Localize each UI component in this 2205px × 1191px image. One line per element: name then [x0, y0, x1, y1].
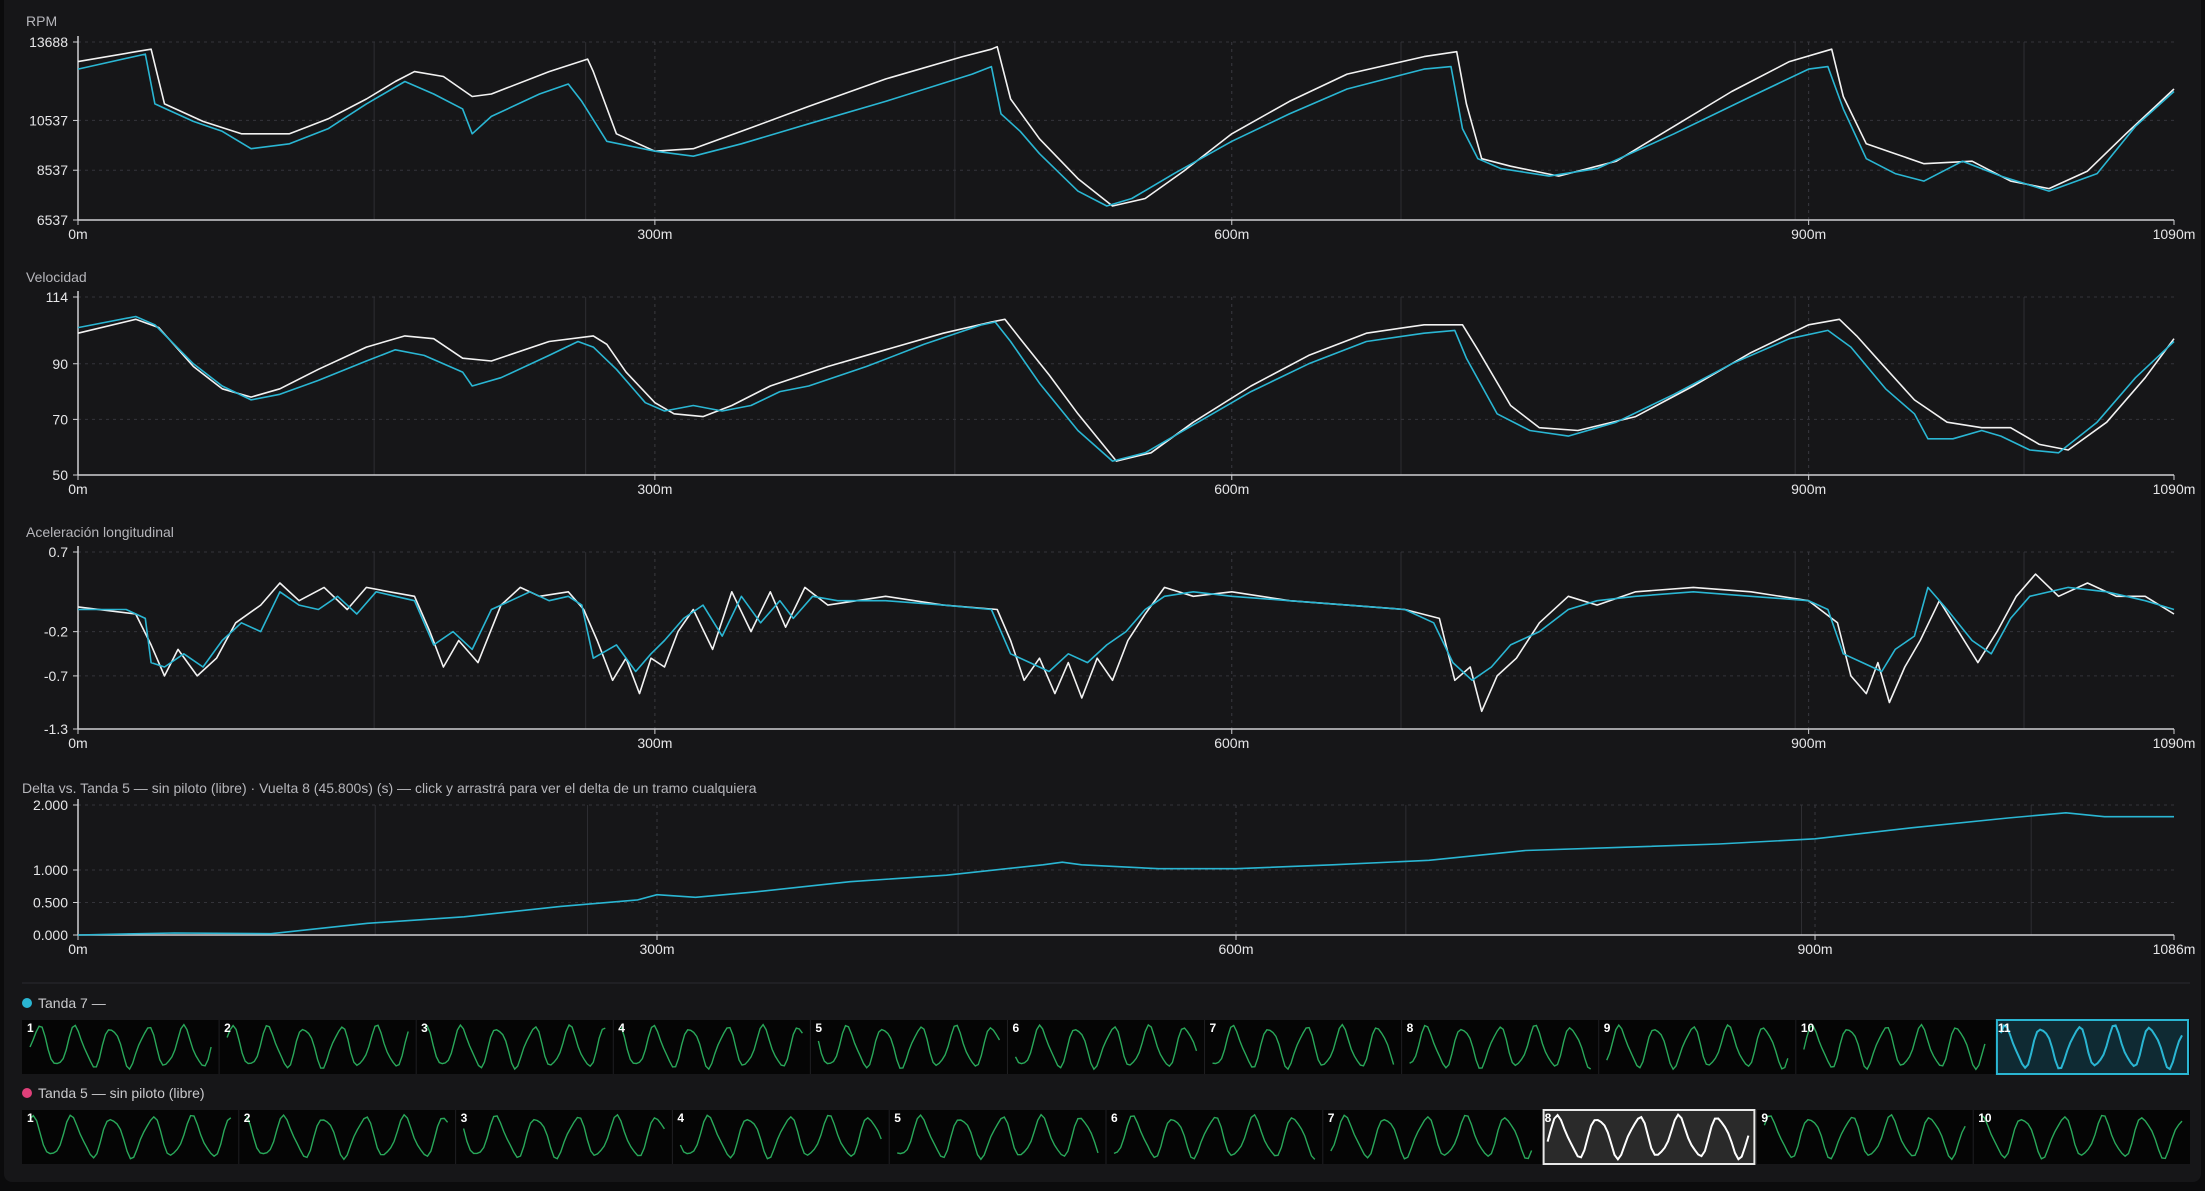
lap-number: 8 — [1545, 1111, 1552, 1125]
y-tick-label: 1.000 — [33, 862, 68, 878]
legend-tanda-5: Tanda 5 — sin piloto (libre) — [22, 1085, 205, 1101]
chart-2-title: Aceleración longitudinal — [26, 524, 174, 540]
lap-number: 6 — [1012, 1021, 1019, 1035]
y-tick-label: 114 — [46, 289, 69, 305]
lap-number: 10 — [1978, 1111, 1992, 1125]
lap-number: 3 — [461, 1111, 468, 1125]
lap-strip-0: 1 2 3 4 5 6 7 8 9 10 11 — [22, 1019, 2190, 1075]
x-tick-label: 1090m — [2153, 481, 2196, 497]
chart-3[interactable] — [73, 799, 2175, 940]
x-tick-label: 600m — [1214, 735, 1249, 751]
y-tick-label: 10537 — [29, 112, 68, 128]
lap-number: 10 — [1801, 1021, 1815, 1035]
lap-number: 4 — [618, 1021, 625, 1035]
lap-number: 7 — [1210, 1021, 1217, 1035]
y-tick-label: -0.7 — [44, 668, 68, 684]
x-tick-label: 300m — [637, 226, 672, 242]
y-tick-label: 2.000 — [33, 797, 68, 813]
x-tick-label: 300m — [637, 735, 672, 751]
chart-0[interactable] — [73, 36, 2175, 225]
x-tick-label: 0m — [68, 226, 87, 242]
x-tick-label: 0m — [68, 735, 87, 751]
lap-thumbnail-11[interactable]: 11 — [1995, 1019, 2189, 1075]
series-line-current — [77, 812, 2174, 936]
chart-1[interactable] — [73, 291, 2175, 480]
lap-number: 6 — [1111, 1111, 1118, 1125]
legend-tanda-5-label: Tanda 5 — sin piloto (libre) — [38, 1085, 205, 1101]
legend-tanda-7-label: Tanda 7 — — [38, 995, 106, 1011]
series-line-current — [78, 586, 2175, 682]
x-tick-label: 900m — [1798, 941, 1833, 957]
x-tick-label: 0m — [68, 481, 87, 497]
lap-number: 7 — [1328, 1111, 1335, 1125]
chart-0-title: RPM — [26, 13, 57, 29]
y-tick-label: 13688 — [29, 34, 68, 50]
y-tick-label: 90 — [52, 356, 68, 372]
lap-number: 9 — [1761, 1111, 1768, 1125]
y-tick-label: 0.500 — [33, 895, 68, 911]
lap-number: 1 — [27, 1111, 34, 1125]
x-tick-label: 1090m — [2153, 735, 2196, 751]
lap-number: 4 — [677, 1111, 684, 1125]
y-tick-label: -0.2 — [44, 624, 68, 640]
telemetry-charts[interactable]: RPM0m 300m 600m 900m 1090m136881053785376537… — [0, 0, 2205, 1191]
telemetry-dashboard: RPM 0m 300m 600m 900m 1090m 13688 10537 8537 6537… — [0, 0, 2205, 1191]
x-tick-label: 900m — [1791, 226, 1826, 242]
x-tick-label: 0m — [68, 941, 87, 957]
legend-tanda-7: Tanda 7 — — [22, 995, 106, 1011]
chart-2[interactable] — [73, 546, 2175, 734]
series-line-reference — [77, 45, 2175, 207]
y-tick-label: 8537 — [37, 162, 68, 178]
x-tick-label: 300m — [637, 481, 672, 497]
lap-number: 3 — [421, 1021, 428, 1035]
lap-number: 2 — [244, 1111, 251, 1125]
y-tick-label: 70 — [52, 411, 68, 427]
tanda-7-color-dot — [22, 998, 32, 1008]
x-tick-label: 600m — [1214, 226, 1249, 242]
x-tick-label: 600m — [1214, 481, 1249, 497]
x-tick-label: 1090m — [2153, 226, 2196, 242]
x-tick-label: 300m — [639, 941, 674, 957]
series-line-reference — [77, 318, 2175, 462]
x-tick-label: 900m — [1791, 735, 1826, 751]
lap-number: 1 — [27, 1021, 34, 1035]
lap-thumbnail-8[interactable]: 8 — [1542, 1109, 1756, 1165]
x-tick-label: 900m — [1791, 481, 1826, 497]
lap-number: 2 — [224, 1021, 231, 1035]
x-tick-label: 600m — [1218, 941, 1253, 957]
lap-strip-1: 1 2 3 4 5 6 7 8 9 10 — [22, 1109, 2190, 1165]
y-tick-label: 0.000 — [33, 927, 68, 943]
x-tick-label: 1086m — [2153, 941, 2196, 957]
y-tick-label: 0.7 — [49, 544, 69, 560]
lap-number: 5 — [815, 1021, 822, 1035]
series-line-reference — [77, 573, 2175, 713]
y-tick-label: 6537 — [37, 212, 68, 228]
lap-number: 5 — [894, 1111, 901, 1125]
y-tick-label: 50 — [52, 467, 68, 483]
lap-number: 8 — [1407, 1021, 1414, 1035]
tanda-5-color-dot — [22, 1088, 32, 1098]
lap-number: 11 — [1998, 1021, 2011, 1035]
chart-3-title: Delta vs. Tanda 5 — sin piloto (libre) ·… — [22, 780, 757, 796]
lap-number: 9 — [1604, 1021, 1611, 1035]
y-tick-label: -1.3 — [44, 721, 68, 737]
chart-1-title: Velocidad — [26, 269, 87, 285]
